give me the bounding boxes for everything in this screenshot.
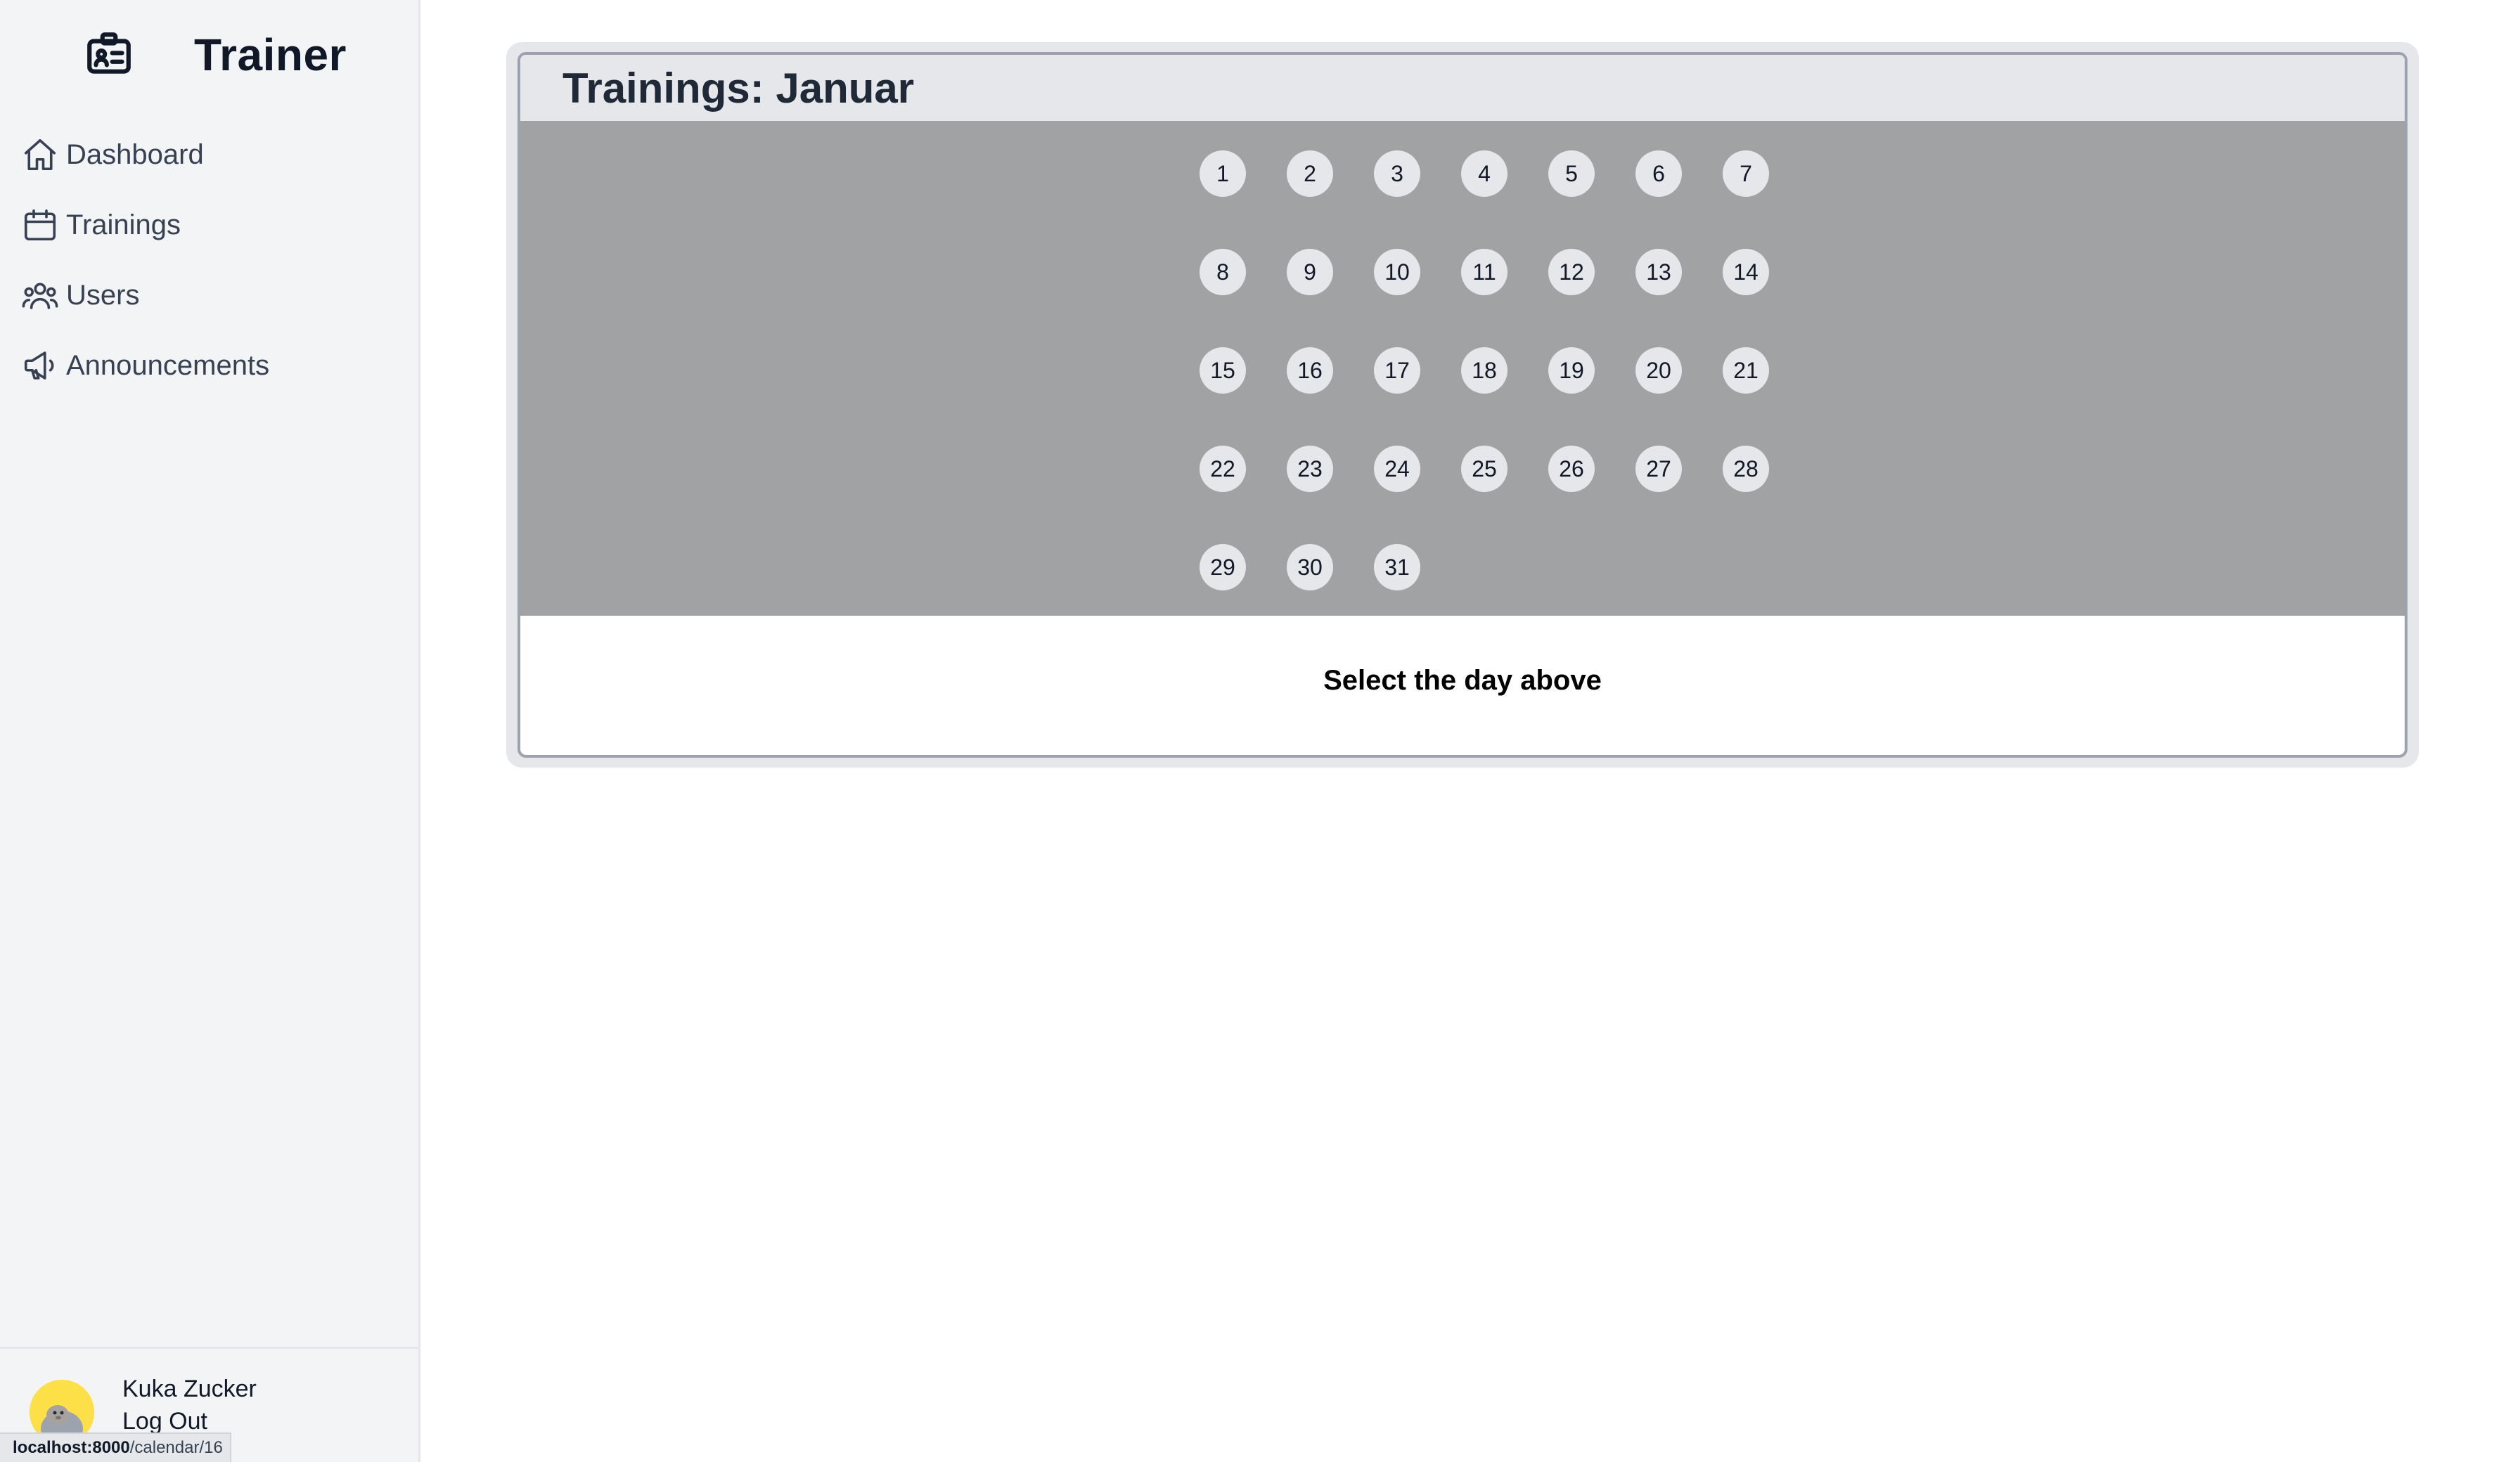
- day-button[interactable]: 19: [1548, 347, 1595, 394]
- day-button[interactable]: 8: [1200, 249, 1246, 295]
- sidebar-item-label: Trainings: [66, 209, 181, 240]
- day-button[interactable]: 10: [1374, 249, 1420, 295]
- day-button[interactable]: 15: [1200, 347, 1246, 394]
- id-badge-icon: [87, 32, 131, 74]
- day-button[interactable]: 2: [1287, 150, 1333, 197]
- day-button[interactable]: 22: [1200, 446, 1246, 492]
- users-icon: [22, 283, 58, 309]
- day-button[interactable]: 20: [1635, 347, 1682, 394]
- status-url-bar: localhost:8000/calendar/16: [0, 1432, 231, 1462]
- day-button[interactable]: 7: [1723, 150, 1769, 197]
- day-button[interactable]: 11: [1461, 249, 1508, 295]
- sidebar-item-dashboard[interactable]: Dashboard: [0, 119, 420, 190]
- trainings-card: Trainings: Januar 1 2 3 4 5 6 7 8 9 10 11 12 13 14 15 1…: [506, 42, 2419, 768]
- day-button[interactable]: 1: [1200, 150, 1246, 197]
- app-title: Trainer: [194, 30, 347, 80]
- day-button[interactable]: 12: [1548, 249, 1595, 295]
- day-button[interactable]: 18: [1461, 347, 1508, 394]
- megaphone-icon: [24, 351, 54, 380]
- day-button[interactable]: 6: [1635, 150, 1682, 197]
- day-button[interactable]: 23: [1287, 446, 1333, 492]
- day-button[interactable]: 17: [1374, 347, 1420, 394]
- day-button[interactable]: 4: [1461, 150, 1508, 197]
- day-button[interactable]: 24: [1374, 446, 1420, 492]
- days-panel: 1 2 3 4 5 6 7 8 9 10 11 12 13 14 15 16 17 18 19 20 21 22 23 24 2…: [520, 121, 2405, 616]
- day-button[interactable]: 28: [1723, 446, 1769, 492]
- day-button[interactable]: 13: [1635, 249, 1682, 295]
- page-title: Trainings: Januar: [562, 65, 915, 112]
- sidebar-item-label: Users: [66, 280, 140, 311]
- status-url-host: localhost:8000: [13, 1438, 130, 1457]
- day-button[interactable]: 5: [1548, 150, 1595, 197]
- sidebar-item-announcements[interactable]: Announcements: [0, 330, 420, 401]
- brand: Trainer: [0, 0, 420, 112]
- sidebar-item-trainings[interactable]: Trainings: [0, 190, 420, 260]
- day-button[interactable]: 14: [1723, 249, 1769, 295]
- day-button[interactable]: 27: [1635, 446, 1682, 492]
- day-button[interactable]: 9: [1287, 249, 1333, 295]
- sidebar-item-label: Dashboard: [66, 139, 204, 170]
- day-button[interactable]: 25: [1461, 446, 1508, 492]
- day-button[interactable]: 16: [1287, 347, 1333, 394]
- sidebar-item-label: Announcements: [66, 350, 270, 381]
- user-name: Kuka Zucker: [122, 1376, 257, 1402]
- day-button[interactable]: 21: [1723, 347, 1769, 394]
- calendar-icon: [24, 209, 56, 241]
- day-button[interactable]: 26: [1548, 446, 1595, 492]
- sidebar-item-users[interactable]: Users: [0, 260, 420, 330]
- logout-link[interactable]: Log Out: [122, 1408, 207, 1435]
- select-day-hint: Select the day above: [1323, 665, 1602, 696]
- day-button[interactable]: 30: [1287, 544, 1333, 590]
- day-button[interactable]: 31: [1374, 544, 1420, 590]
- status-url-path: /calendar/16: [129, 1438, 223, 1457]
- card-header: Trainings: Januar: [520, 55, 2405, 121]
- sidebar-nav: Dashboard Trainings Users Announcements: [0, 119, 420, 401]
- day-button[interactable]: 3: [1374, 150, 1420, 197]
- trainings-card-inner: Trainings: Januar 1 2 3 4 5 6 7 8 9 10 11 12 13 14 15 1…: [518, 52, 2408, 758]
- day-button[interactable]: 29: [1200, 544, 1246, 590]
- sidebar: Trainer Dashboard Trainings Users Announ…: [0, 0, 420, 1462]
- day-grid: 1 2 3 4 5 6 7 8 9 10 11 12 13 14 15 16 17 18 19 20 21 22 23 24 2…: [1200, 150, 1769, 590]
- home-icon: [24, 138, 56, 171]
